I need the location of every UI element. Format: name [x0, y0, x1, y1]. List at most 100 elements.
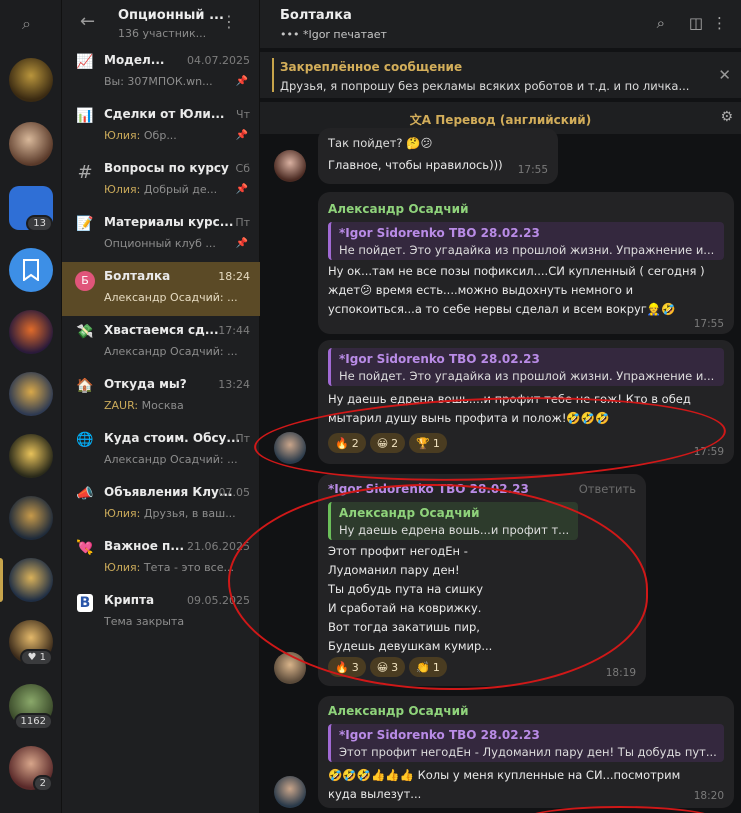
topic-name: Важное п...: [104, 539, 185, 553]
back-arrow-icon[interactable]: ←: [80, 11, 95, 32]
avatar-chat-11[interactable]: 1162: [9, 684, 53, 730]
pin-icon: 📌: [235, 76, 248, 87]
preview-text: Александр Осадчий: ...: [104, 291, 238, 304]
topic-item[interactable]: B Крипта 09.05.2025 Тема закрыта: [62, 586, 260, 640]
settings-sliders-icon[interactable]: ⚙: [720, 109, 733, 125]
avatar-chat-10[interactable]: ♥ 1: [9, 620, 53, 666]
close-icon[interactable]: ✕: [718, 66, 731, 84]
topic-item[interactable]: 🏠 Откуда мы? 13:24 ZAUR: Москва: [62, 370, 260, 424]
topic-name: Крипта: [104, 593, 155, 607]
message-bubble[interactable]: Так пойдет? 🤔😕 Главное, чтобы нравилось)…: [318, 128, 558, 184]
message-bubble[interactable]: Александр Осадчий *Igor Sidorenko ТВО 28…: [318, 696, 734, 808]
sender-avatar[interactable]: [274, 652, 306, 684]
topic-item[interactable]: Б Болталка 18:24 Александр Осадчий: ...: [62, 262, 260, 316]
reaction-chip[interactable]: 🔥 3: [328, 657, 366, 677]
message-bubble[interactable]: *Igor Sidorenko ТВО 28.02.23 Ответить Ал…: [318, 474, 646, 686]
group-title[interactable]: Опционный ...: [118, 8, 224, 23]
message-bubble[interactable]: Александр Осадчий *Igor Sidorenko ТВО 28…: [318, 192, 734, 334]
topic-item[interactable]: # Вопросы по курсу Сб Юлия: Добрый де... 📌: [62, 154, 260, 208]
reaction-chip[interactable]: 🔥 2: [328, 433, 366, 453]
topic-list-header: ← Опционный ... 136 участник... ⋮: [62, 0, 259, 46]
reply-author: *Igor Sidorenko ТВО 28.02.23: [339, 352, 540, 366]
topic-name: Хвастаемся сд...: [104, 323, 219, 337]
saved-messages-icon[interactable]: [9, 248, 53, 292]
topic-item[interactable]: 🌐 Куда стоим. Обсу... Пт Александр Осадчий:…: [62, 424, 260, 478]
message-line: Ну даешь едрена вошь....и профит тебе не…: [328, 392, 691, 406]
pinned-accent-bar: [272, 58, 274, 92]
avatar-chat-2[interactable]: [9, 122, 53, 166]
message-time: 18:19: [605, 667, 636, 679]
preview-sender: Юлия:: [104, 183, 141, 196]
message-bubble[interactable]: *Igor Sidorenko ТВО 28.02.23 Не пойдет. …: [318, 340, 734, 464]
message-author[interactable]: Александр Осадчий: [328, 704, 468, 718]
preview-text: Москва: [141, 399, 184, 412]
avatar-chat-5[interactable]: [9, 310, 53, 354]
preview-text: Александр Осадчий: ...: [104, 453, 238, 466]
message-author[interactable]: *Igor Sidorenko ТВО 28.02.23: [328, 482, 529, 496]
topic-date: 04.07.2025: [187, 54, 250, 67]
avatar-chat-7[interactable]: [9, 434, 53, 478]
translate-label[interactable]: 文A Перевод (английский): [260, 111, 741, 128]
sender-avatar[interactable]: [274, 432, 306, 464]
preview-text: Опционный клуб ...: [104, 237, 216, 250]
topic-preview: Опционный клуб ...: [104, 237, 244, 250]
message-time: 17:59: [693, 446, 724, 458]
sidebar-toggle-icon[interactable]: ◫: [689, 14, 703, 32]
reply-button[interactable]: Ответить: [579, 482, 636, 496]
topic-item[interactable]: 📊 Сделки от Юли... Чт Юлия: Обр... 📌: [62, 100, 260, 154]
message-line: Ты добудь пута на сишку: [328, 582, 484, 596]
topic-name: Объявления Клу...: [104, 485, 233, 499]
pinned-text: Друзья, я попрошу без рекламы всяких роб…: [280, 79, 690, 93]
reply-quote[interactable]: *Igor Sidorenko ТВО 28.02.23 Не пойдет. …: [328, 348, 724, 386]
avatar-chat-1[interactable]: [9, 58, 53, 102]
more-menu-icon[interactable]: ⋮: [221, 12, 237, 31]
reaction-chip[interactable]: 😀 2: [369, 433, 406, 453]
reaction-chip[interactable]: 😀 3: [369, 657, 406, 677]
message-line: И сработай на коврижку.: [328, 601, 482, 615]
preview-text: Друзья, в ваш...: [143, 507, 236, 520]
topic-icon: 📊: [76, 108, 94, 124]
preview-text: Вы: 307МПОК.wn...: [104, 75, 213, 88]
unread-badge: 13: [26, 215, 53, 232]
clap-icon: 👏: [416, 660, 430, 674]
reaction-chip[interactable]: 🏆 1: [409, 433, 447, 453]
topic-preview: Вы: 307МПОК.wn...: [104, 75, 244, 88]
message-line: куда вылезут...: [328, 787, 422, 801]
reply-snippet: Так пойдет? 🤔😕: [328, 136, 433, 150]
topic-item[interactable]: 💘 Важное п... 21.06.2025 Юлия: Тета - это в…: [62, 532, 260, 586]
topic-item[interactable]: 📝 Материалы курс... Пт Опционный клуб ... 📌: [62, 208, 260, 262]
reaction-chip[interactable]: 👏 1: [409, 657, 447, 677]
message-line: Вот тогда закатишь пир,: [328, 620, 480, 634]
topic-date: 21.06.2025: [187, 540, 250, 553]
topic-date: 13:24: [218, 378, 250, 391]
topic-name: Модел...: [104, 53, 165, 67]
reply-quote[interactable]: Александр Осадчий Ну даешь едрена вошь..…: [328, 502, 578, 540]
reply-author: Александр Осадчий: [339, 506, 480, 520]
message-line: Этот профит негодЕн -: [328, 544, 468, 558]
preview-text: Обр...: [143, 129, 177, 142]
pinned-label: Закреплённое сообщение: [280, 60, 463, 74]
search-icon[interactable]: ⌕: [22, 14, 31, 34]
topic-icon: 📈: [76, 54, 94, 70]
sender-avatar[interactable]: [274, 776, 306, 808]
topic-item[interactable]: 💸 Хвастаемся сд... 17:44 Александр Осадчий:…: [62, 316, 260, 370]
chat-title[interactable]: Болталка: [280, 8, 352, 23]
search-icon[interactable]: ⌕: [657, 14, 665, 32]
topic-item[interactable]: 📈 Модел... 04.07.2025 Вы: 307МПОК.wn... 📌: [62, 46, 260, 100]
message-author[interactable]: Александр Осадчий: [328, 202, 468, 216]
sender-avatar[interactable]: [274, 150, 306, 182]
avatar-chat-9[interactable]: [9, 558, 53, 602]
fire-icon: 🔥: [335, 436, 349, 450]
avatar-chat-8[interactable]: [9, 496, 53, 540]
avatar-chat-3[interactable]: 13: [9, 186, 53, 232]
reply-quote[interactable]: *Igor Sidorenko ТВО 28.02.23 Этот профит…: [328, 724, 724, 762]
avatar-chat-12[interactable]: 2: [9, 746, 53, 792]
reply-quote[interactable]: *Igor Sidorenko ТВО 28.02.23 Не пойдет. …: [328, 222, 724, 260]
topic-date: 17:44: [218, 324, 250, 337]
avatar-chat-6[interactable]: [9, 372, 53, 416]
more-menu-icon[interactable]: ⋮: [712, 14, 727, 32]
topic-date: Сб: [235, 162, 250, 175]
pinned-message-bar[interactable]: Закреплённое сообщение Друзья, я попрошу…: [260, 52, 741, 98]
topic-item[interactable]: 📣 Объявления Клу... 07.05 Юлия: Друзья, в в…: [62, 478, 260, 532]
topic-name: Куда стоим. Обсу...: [104, 431, 241, 445]
